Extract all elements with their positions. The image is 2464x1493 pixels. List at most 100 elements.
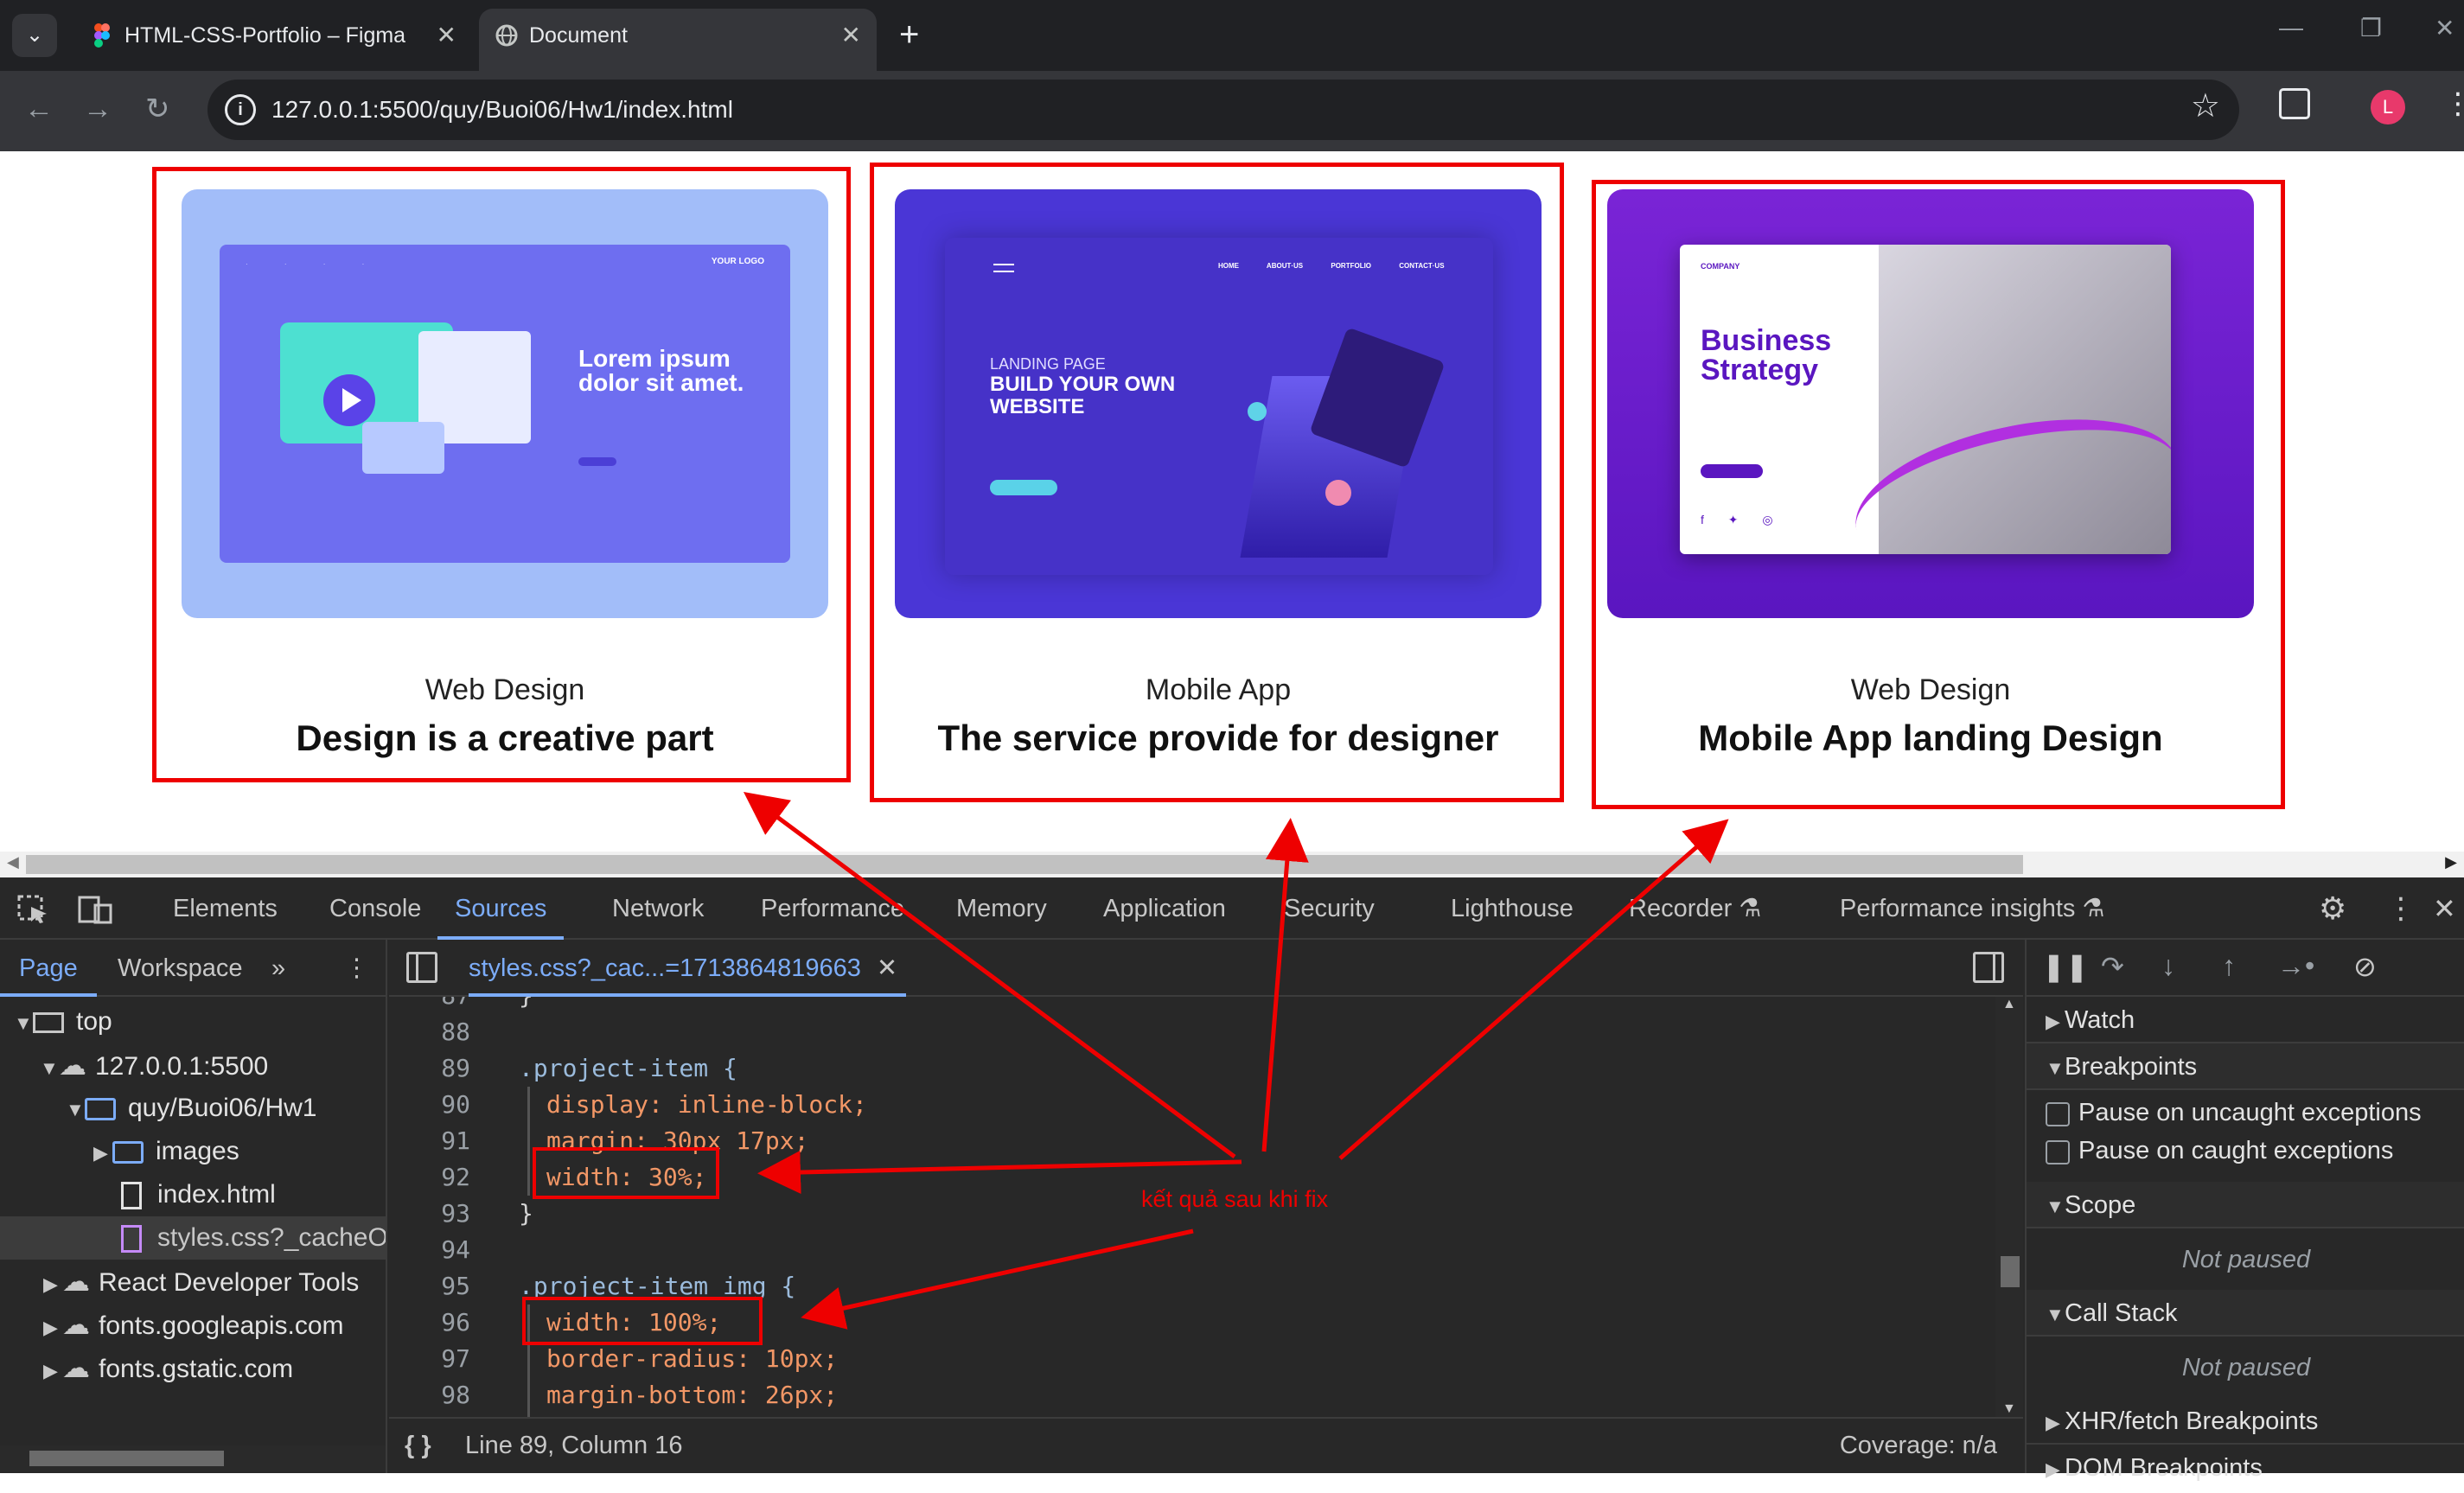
- reload-icon[interactable]: ↻: [145, 90, 170, 128]
- code-text: margin-bottom: 26px;: [546, 1381, 839, 1409]
- section-label: Breakpoints: [2065, 1053, 2198, 1081]
- indent-guide: [527, 1087, 530, 1196]
- tab-lighthouse[interactable]: Lighthouse: [1451, 877, 1574, 940]
- close-devtools-icon[interactable]: ✕: [2433, 877, 2456, 940]
- navigator-tabs: Page Workspace » ⋮: [0, 940, 387, 997]
- line-number: 97: [441, 1344, 470, 1373]
- back-icon[interactable]: ←: [24, 90, 54, 128]
- pretty-print-icon[interactable]: { }: [405, 1419, 431, 1473]
- tab-network[interactable]: Network: [612, 877, 704, 940]
- section-call-stack[interactable]: ▼Call Stack: [2027, 1290, 2464, 1337]
- scroll-up-icon[interactable]: ▲: [2002, 997, 2016, 1012]
- annotation-box: [870, 163, 1564, 802]
- scroll-right-icon[interactable]: ▶: [2445, 853, 2457, 871]
- tree-item-folder[interactable]: ▼ quy/Buoi06/Hw1: [0, 1087, 386, 1130]
- pause-caught-checkbox[interactable]: [2046, 1140, 2070, 1164]
- annotation-box: [533, 1147, 719, 1199]
- more-tabs-icon[interactable]: »: [271, 940, 285, 997]
- file-icon: [121, 1182, 142, 1210]
- code-text: }: [519, 1199, 533, 1228]
- scope-status: Not paused: [2181, 1246, 2311, 1273]
- section-dom-breakpoints[interactable]: ▶ DOM Breakpoints: [2027, 1445, 2464, 1491]
- tree-item-origin[interactable]: ▶ ☁ fonts.googleapis.com: [0, 1303, 386, 1346]
- address-bar[interactable]: i 127.0.0.1:5500/quy/Buoi06/Hw1/index.ht…: [207, 80, 2239, 140]
- expanded-triangle-icon: ▼: [2046, 1304, 2065, 1325]
- forward-icon[interactable]: →: [83, 90, 112, 128]
- tab-page[interactable]: Page: [0, 940, 97, 997]
- scroll-down-icon[interactable]: ▼: [2002, 1401, 2016, 1417]
- extensions-icon[interactable]: [2279, 88, 2310, 119]
- code-line: 98 margin-bottom: 26px;: [389, 1377, 2006, 1413]
- device-toolbar-icon[interactable]: [78, 895, 114, 924]
- browser-toolbar: ← → ↻ i 127.0.0.1:5500/quy/Buoi06/Hw1/in…: [0, 71, 2464, 151]
- avatar[interactable]: L: [2371, 90, 2405, 124]
- pause-uncaught-checkbox[interactable]: [2046, 1102, 2070, 1126]
- toggle-navigator-icon[interactable]: [406, 952, 437, 983]
- browser-menu-icon[interactable]: ⋮: [2443, 86, 2464, 121]
- navigator-horizontal-scrollbar[interactable]: [0, 1445, 386, 1471]
- section-scope[interactable]: ▼Scope: [2027, 1182, 2464, 1228]
- cloud-icon: ☁: [62, 1309, 90, 1340]
- close-file-icon[interactable]: ✕: [877, 954, 897, 982]
- navigator-menu-icon[interactable]: ⋮: [344, 940, 369, 997]
- deactivate-breakpoints-icon[interactable]: ⊘: [2353, 950, 2377, 983]
- toggle-debugger-icon[interactable]: [1973, 952, 2004, 983]
- annotation-box: [152, 167, 851, 782]
- tree-item-file[interactable]: index.html: [0, 1173, 386, 1216]
- pause-uncaught-label: Pause on uncaught exceptions: [2078, 1099, 2422, 1126]
- section-xhr-breakpoints[interactable]: ▶ XHR/fetch Breakpoints: [2027, 1398, 2464, 1445]
- editor-vertical-scrollbar[interactable]: ▲ ▼: [1995, 997, 2023, 1417]
- step-over-icon[interactable]: ↷: [2101, 950, 2124, 983]
- step-icon[interactable]: →•: [2277, 950, 2314, 982]
- section-label: Call Stack: [2065, 1299, 2178, 1327]
- scrollbar-thumb[interactable]: [2001, 1256, 2020, 1287]
- minimize-icon[interactable]: —: [2279, 14, 2303, 41]
- coverage-status[interactable]: Coverage: n/a: [1840, 1419, 1997, 1473]
- more-options-icon[interactable]: ⋮: [2386, 877, 2416, 940]
- pause-icon[interactable]: ❚❚: [2042, 950, 2089, 983]
- cloud-icon: ☁: [62, 1352, 90, 1383]
- scrollbar-thumb[interactable]: [29, 1451, 224, 1466]
- plus-icon[interactable]: +: [899, 16, 919, 54]
- scroll-left-icon[interactable]: ◀: [7, 853, 19, 871]
- close-tab-icon[interactable]: ✕: [841, 9, 861, 62]
- tab-sources[interactable]: Sources: [437, 877, 565, 940]
- tab-document[interactable]: Document ✕: [479, 9, 877, 71]
- code-text: .project-item {: [519, 1054, 737, 1082]
- tree-item-origin[interactable]: ▶ ☁ fonts.gstatic.com: [0, 1346, 386, 1389]
- tab-performance-insights[interactable]: Performance insights ⚗: [1840, 877, 2104, 940]
- url-text[interactable]: 127.0.0.1:5500/quy/Buoi06/Hw1/index.html: [271, 80, 733, 140]
- section-breakpoints[interactable]: ▼Breakpoints: [2027, 1043, 2464, 1090]
- tree-item-images[interactable]: ▶ images: [0, 1130, 386, 1173]
- tab-memory[interactable]: Memory: [956, 877, 1047, 940]
- tree-label: fonts.gstatic.com: [99, 1355, 294, 1383]
- settings-gear-icon[interactable]: ⚙: [2319, 877, 2346, 940]
- tab-console[interactable]: Console: [329, 877, 421, 940]
- tab-recorder[interactable]: Recorder ⚗: [1629, 877, 1761, 940]
- bookmark-star-icon[interactable]: ☆: [2191, 86, 2220, 125]
- tab-figma[interactable]: HTML-CSS-Portfolio – Figma ✕: [74, 9, 472, 71]
- tab-search-button[interactable]: ⌄: [12, 14, 57, 57]
- tab-performance[interactable]: Performance: [761, 877, 904, 940]
- page-horizontal-scrollbar[interactable]: ◀ ▶: [0, 852, 2464, 877]
- inspect-element-icon[interactable]: [17, 895, 50, 924]
- tab-elements[interactable]: Elements: [173, 877, 278, 940]
- tab-styles-css[interactable]: styles.css?_cac...=1713864819663 ✕: [469, 940, 907, 997]
- restore-icon[interactable]: ❐: [2360, 14, 2382, 42]
- step-into-icon[interactable]: ↓: [2161, 950, 2175, 982]
- tab-security[interactable]: Security: [1284, 877, 1375, 940]
- section-watch[interactable]: ▶ Watch: [2027, 997, 2464, 1043]
- tab-workspace[interactable]: Workspace: [118, 940, 243, 997]
- tree-item-top[interactable]: ▼ top: [0, 1000, 386, 1043]
- scrollbar-thumb[interactable]: [26, 855, 2023, 874]
- tree-item-origin[interactable]: ▼☁ 127.0.0.1:5500: [0, 1043, 386, 1087]
- close-window-icon[interactable]: ✕: [2435, 14, 2454, 42]
- code-line: 87}: [389, 997, 2006, 1014]
- tree-item-file-selected[interactable]: styles.css?_cacheOv: [0, 1216, 386, 1260]
- close-tab-icon[interactable]: ✕: [437, 9, 456, 62]
- tab-application[interactable]: Application: [1103, 877, 1226, 940]
- expanded-triangle-icon: ▼: [2046, 1057, 2065, 1079]
- tree-item-extension[interactable]: ▶ ☁ React Developer Tools: [0, 1260, 386, 1303]
- site-info-icon[interactable]: i: [225, 94, 256, 125]
- step-out-icon[interactable]: ↑: [2222, 950, 2236, 982]
